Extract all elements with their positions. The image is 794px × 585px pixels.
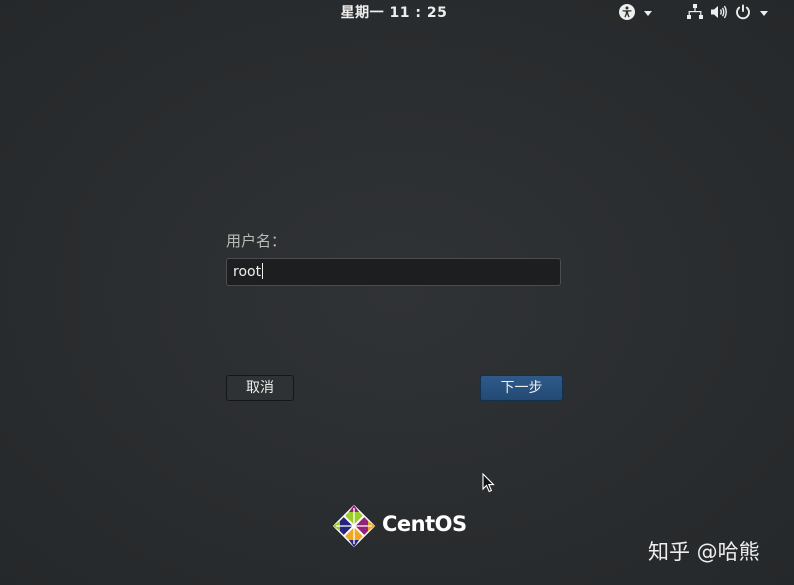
volume-icon	[710, 3, 728, 21]
network-wired-icon	[686, 3, 704, 21]
username-input[interactable]: root	[226, 258, 561, 286]
login-screen: 星期一 11 : 25 用户名： root 取消 下一步 CentOS 知乎 @…	[0, 0, 794, 585]
chevron-down-icon	[644, 10, 652, 16]
mouse-pointer-icon	[482, 473, 495, 493]
chevron-down-icon	[760, 10, 768, 16]
system-menu[interactable]	[686, 3, 768, 21]
accessibility-icon	[618, 3, 636, 21]
top-panel: 星期一 11 : 25	[0, 0, 794, 24]
centos-logo-text: CentOS	[382, 512, 467, 536]
next-button[interactable]: 下一步	[480, 375, 563, 401]
watermark-text: 知乎 @哈熊	[648, 540, 760, 564]
username-label: 用户名：	[226, 232, 287, 250]
clock[interactable]: 星期一 11 : 25	[0, 2, 788, 22]
power-icon	[734, 3, 752, 21]
centos-logo-icon	[332, 504, 376, 548]
cancel-button[interactable]: 取消	[226, 375, 294, 401]
accessibility-menu[interactable]	[618, 3, 652, 21]
username-value: root	[233, 264, 262, 280]
text-cursor	[262, 262, 264, 279]
